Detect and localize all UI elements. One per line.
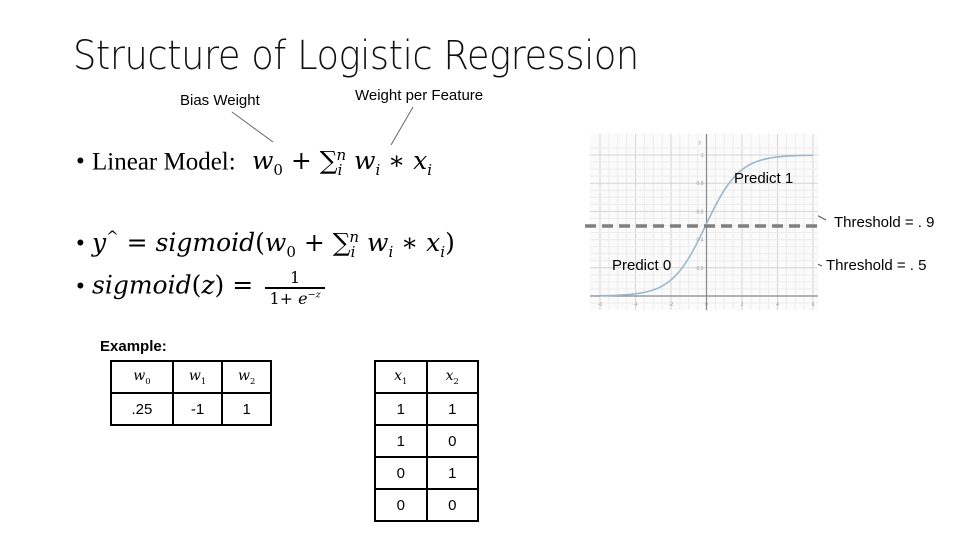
prediction-formula: y^ = sigmoid(w0 + ∑in wi ∗ xi) (92, 228, 455, 262)
table-row: 01 (374, 456, 479, 490)
y-tick-label: 0.8 (697, 181, 704, 187)
table-row: .25 -1 1 (110, 392, 272, 426)
cell-x1: 0 (374, 488, 428, 522)
cell-x2: 1 (425, 392, 479, 426)
cell-x2: 0 (425, 488, 479, 522)
x-tick-label: -2 (669, 302, 674, 308)
bullet-icon: • (76, 272, 85, 300)
example-label: Example: (100, 338, 167, 355)
predict-0-label: Predict 0 (612, 257, 672, 274)
x-tick-label: 6 (812, 302, 815, 308)
y-tick-label: 0.2 (697, 266, 704, 272)
weights-header-row: w0 w1 w2 (110, 360, 272, 394)
x-tick-label: -4 (633, 302, 638, 308)
y-tick-label: 0.6 (697, 209, 704, 215)
inputs-header-row: x1 x2 (374, 360, 479, 394)
fraction-denominator: 1+ e−z (269, 289, 321, 308)
table-row: 11 (374, 392, 479, 426)
threshold-mid-label: Threshold = . 5 (826, 257, 927, 274)
sigmoid-fraction: 1 1+ e−z (265, 268, 325, 308)
cell-w2: 1 (221, 392, 272, 426)
sigmoid-lhs: sigmoid(z) = (92, 270, 254, 300)
bullet-icon: • (76, 230, 85, 258)
y-tick-label: 1 (701, 153, 704, 159)
cell-x2: 0 (425, 424, 479, 458)
header-x1: x1 (374, 360, 428, 394)
cell-w1: -1 (171, 392, 224, 426)
cell-x2: 1 (425, 456, 479, 490)
x-tick-label: 0 (705, 302, 708, 308)
cell-x1: 0 (374, 456, 428, 490)
bullet-prediction: • y^ = sigmoid(w0 + ∑in wi ∗ xi) (76, 228, 455, 261)
linear-model-formula: w0 + ∑in wi ∗ xi (251, 146, 433, 180)
bias-weight-connector (231, 111, 274, 143)
header-x2: x2 (425, 360, 479, 394)
weights-table: w0 w1 w2 .25 -1 1 (110, 360, 272, 426)
x-tick-label: -6 (598, 302, 603, 308)
header-w2: w2 (221, 360, 272, 394)
cell-x1: 1 (374, 392, 428, 426)
table-row: 10 (374, 424, 479, 458)
x-tick-label: 4 (776, 302, 779, 308)
table-row: 00 (374, 488, 479, 522)
cell-x1: 1 (374, 424, 428, 458)
linear-model-prefix: Linear Model: (92, 148, 236, 176)
predict-1-label: Predict 1 (734, 170, 794, 187)
x-tick-label: 2 (741, 302, 744, 308)
bullet-linear-model: • Linear Model: w0 + ∑in wi ∗ xi (76, 146, 432, 179)
header-w1: w1 (171, 360, 224, 394)
threshold-high-label: Threshold = . 9 (834, 214, 935, 231)
bullet-icon: • (76, 148, 85, 176)
inputs-table: x1 x2 11 10 01 00 (374, 360, 479, 522)
header-w0: w0 (110, 360, 174, 394)
threshold-dashed-line (585, 224, 823, 228)
cell-w0: .25 (110, 392, 174, 426)
bullet-sigmoid-def: • sigmoid(z) = 1 1+ e−z (76, 268, 325, 308)
weight-feature-connector (390, 106, 414, 146)
fraction-numerator: 1 (265, 268, 325, 289)
